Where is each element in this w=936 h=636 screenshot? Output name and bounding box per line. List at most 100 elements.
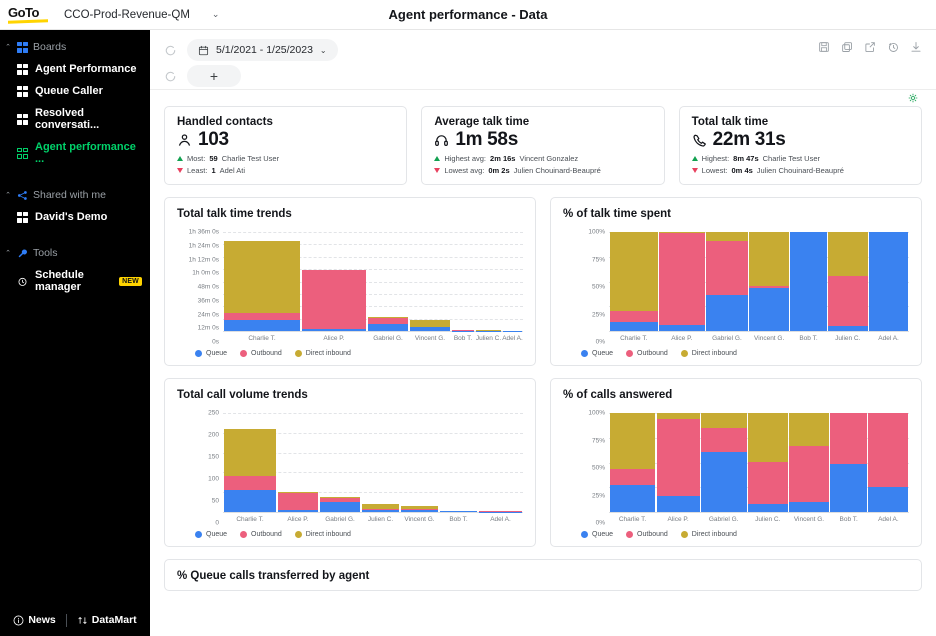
bar-adel-a-[interactable]	[502, 232, 523, 331]
kpi-highest-name: Charlie Test User	[762, 154, 820, 163]
bar-adel-a-[interactable]	[868, 413, 909, 512]
x-tick-label: Vincent G.	[793, 516, 825, 523]
legend-item[interactable]: Queue	[195, 531, 227, 538]
toolbar-row-1: 5/1/2021 - 1/25/2023 ⌄	[164, 37, 922, 63]
sidebar-item-david-s-demo[interactable]: David's Demo	[0, 206, 150, 228]
sidebar-item-resolved-conversati[interactable]: Resolved conversati...	[0, 102, 150, 136]
bar-charlie-t-[interactable]	[609, 232, 659, 331]
sidebar-item-label: Resolved conversati...	[35, 107, 100, 131]
sidebar-section-boards[interactable]: ⌃ Boards	[0, 36, 150, 58]
add-filter-label: +	[209, 68, 219, 84]
legend-item[interactable]: Queue	[195, 350, 227, 357]
bar-vincent-g-[interactable]	[788, 413, 829, 512]
bar-gabriel-g-[interactable]	[705, 232, 749, 331]
kpi-value: 22m 31s	[712, 129, 786, 150]
y-tick-label: 0%	[595, 338, 605, 346]
bar-alice-p-[interactable]	[277, 413, 319, 512]
bar-julien-c-[interactable]	[747, 413, 788, 512]
bar-gabriel-g-[interactable]	[319, 413, 361, 512]
legend-item[interactable]: Direct inbound	[294, 350, 351, 357]
date-range-picker[interactable]: 5/1/2021 - 1/25/2023 ⌄	[187, 39, 338, 61]
sidebar-item-label: David's Demo	[35, 211, 108, 223]
x-tick-label: Vincent G.	[754, 335, 785, 342]
bar-segment	[277, 493, 319, 510]
account-name: CCO-Prod-Revenue-QM	[64, 8, 190, 21]
bar-segment	[788, 502, 829, 512]
board-icon	[17, 113, 28, 125]
board-outline-icon	[17, 147, 28, 159]
legend-item[interactable]: Direct inbound	[680, 350, 737, 357]
kpi-highest-line: Highest avg: 2m 16s Vincent Gonzalez	[434, 154, 651, 163]
bar-julien-c-[interactable]	[361, 413, 400, 512]
triangle-down-icon	[177, 168, 183, 173]
sidebar-item-queue-caller[interactable]: Queue Caller	[0, 80, 150, 102]
sidebar-item-schedule-manager[interactable]: Schedule manager NEW	[0, 264, 150, 298]
chevron-down-icon[interactable]: ⌄	[212, 9, 220, 20]
legend-label: Queue	[592, 350, 614, 357]
bar-adel-a-[interactable]	[478, 413, 523, 512]
goto-logo[interactable]: GoTo	[8, 6, 58, 24]
legend-item[interactable]: Queue	[581, 531, 613, 538]
bar-bob-t-[interactable]	[451, 232, 475, 331]
sidebar-section-tools[interactable]: ⌃ Tools	[0, 242, 150, 264]
chart-card-total-talk-time-trends: Total talk time trends 1h 36m 0s 1h 24m 0s…	[164, 197, 536, 366]
legend-dot-icon	[195, 531, 202, 538]
bar-gabriel-g-[interactable]	[367, 232, 409, 331]
bar-bob-t-[interactable]	[830, 413, 868, 512]
bar-julien-c-[interactable]	[827, 232, 868, 331]
legend-item[interactable]: Outbound	[240, 350, 282, 357]
legend-dot-icon	[240, 531, 248, 538]
y-tick-label: 250	[208, 409, 219, 417]
gear-icon[interactable]	[908, 93, 918, 103]
legend-label: Direct inbound	[305, 531, 351, 538]
bar-vincent-g-[interactable]	[400, 413, 439, 512]
bar-julien-c-[interactable]	[475, 232, 502, 331]
bar-charlie-t-[interactable]	[609, 413, 656, 512]
legend-item[interactable]: Direct inbound	[680, 531, 737, 538]
copy-icon[interactable]	[841, 41, 853, 53]
bar-segment	[749, 232, 789, 287]
legend-item[interactable]: Outbound	[240, 531, 282, 538]
legend-item[interactable]: Outbound	[626, 350, 668, 357]
download-icon[interactable]	[910, 41, 922, 53]
bar-vincent-g-[interactable]	[749, 232, 790, 331]
news-button[interactable]: News	[13, 614, 56, 626]
bar-gabriel-g-[interactable]	[700, 413, 747, 512]
bar-adel-a-[interactable]	[868, 232, 909, 331]
bar-segment	[319, 501, 361, 512]
bar-charlie-t-[interactable]	[223, 232, 301, 331]
export-icon[interactable]	[864, 41, 876, 53]
legend-item[interactable]: Queue	[581, 350, 613, 357]
bar-bob-t-[interactable]	[790, 232, 828, 331]
y-tick-label: 0%	[595, 519, 605, 527]
kpi-lowest-label: Lowest avg:	[444, 166, 485, 175]
refresh-icon[interactable]	[164, 44, 177, 57]
legend-item[interactable]: Direct inbound	[294, 531, 351, 538]
bar-vincent-g-[interactable]	[409, 232, 451, 331]
sidebar-item-agent-performance[interactable]: Agent Performance	[0, 58, 150, 80]
legend-item[interactable]: Outbound	[626, 531, 668, 538]
datamart-button[interactable]: DataMart	[77, 614, 137, 626]
history-icon[interactable]	[887, 41, 899, 53]
sidebar-item-agent-performance[interactable]: Agent performance ...	[0, 136, 150, 170]
y-tick-label: 100%	[588, 409, 605, 417]
y-tick-label: 0	[215, 519, 219, 527]
triangle-up-icon	[177, 156, 183, 161]
sidebar-item-label: Agent Performance	[35, 63, 137, 75]
legend-label: Queue	[206, 350, 228, 357]
chevron-up-icon: ⌃	[5, 44, 11, 51]
bar-bob-t-[interactable]	[439, 413, 478, 512]
sidebar-section-shared-with-me[interactable]: ⌃ Shared with me	[0, 184, 150, 206]
sidebar-item-label: Schedule manager	[35, 269, 84, 293]
save-icon[interactable]	[818, 41, 830, 53]
refresh-icon[interactable]	[164, 70, 177, 83]
bars	[609, 413, 909, 512]
bar-alice-p-[interactable]	[659, 232, 706, 331]
bar-charlie-t-[interactable]	[223, 413, 277, 512]
bar-alice-p-[interactable]	[656, 413, 700, 512]
bars	[609, 232, 909, 331]
add-filter-button[interactable]: +	[187, 65, 241, 87]
calendar-icon	[198, 45, 209, 55]
bar-alice-p-[interactable]	[301, 232, 367, 331]
